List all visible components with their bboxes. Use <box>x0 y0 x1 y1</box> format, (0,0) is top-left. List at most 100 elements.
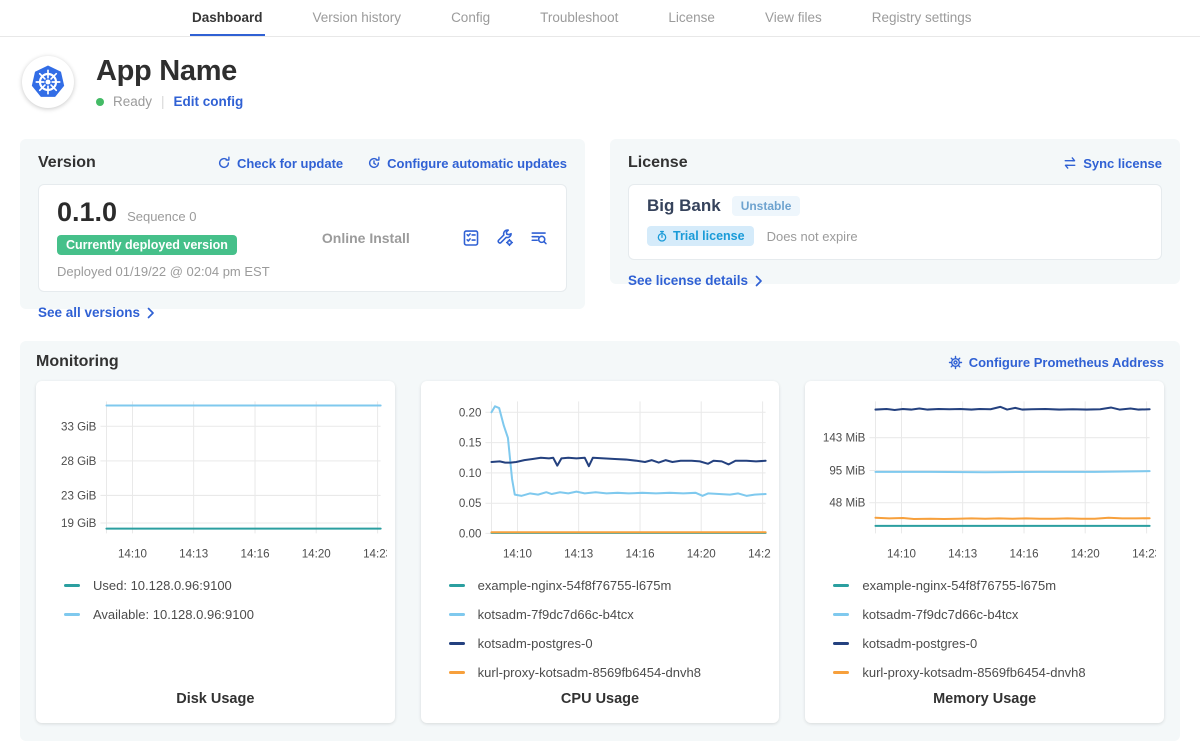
svg-text:14:23: 14:23 <box>363 549 387 561</box>
legend-color-dash <box>449 613 465 616</box>
version-number: 0.1.0 <box>57 197 117 228</box>
license-card: License Sync license Big Bank Unstable <box>610 139 1180 284</box>
version-card-title: Version <box>38 154 96 172</box>
legend-color-dash <box>449 642 465 645</box>
sync-arrows-icon <box>1063 156 1077 170</box>
license-summary-box: Big Bank Unstable Trial license Does not… <box>628 184 1162 260</box>
svg-text:0.20: 0.20 <box>459 407 482 419</box>
legend-label: Used: 10.128.0.96:9100 <box>93 578 232 593</box>
tab-registry-settings[interactable]: Registry settings <box>870 0 974 36</box>
status-dot <box>96 98 104 106</box>
sync-license-link[interactable]: Sync license <box>1063 156 1162 171</box>
app-logo <box>22 56 74 108</box>
configure-automatic-updates-link[interactable]: Configure automatic updates <box>367 156 567 171</box>
legend-item: kotsadm-7f9dc7d66c-b4tcx <box>449 600 772 629</box>
tab-dashboard[interactable]: Dashboard <box>190 0 265 36</box>
svg-text:33 GiB: 33 GiB <box>61 421 97 433</box>
svg-text:28 GiB: 28 GiB <box>61 456 97 468</box>
tab-license[interactable]: License <box>666 0 717 36</box>
deployed-timestamp: Deployed 01/19/22 @ 02:04 pm EST <box>57 264 270 279</box>
cpu-usage-chart: 0.000.050.100.150.2014:1014:1314:1614:20… <box>429 391 772 565</box>
deploy-logs-icon[interactable] <box>530 229 548 247</box>
page-title: App Name <box>96 55 243 88</box>
configure-prometheus-link[interactable]: Configure Prometheus Address <box>948 355 1164 370</box>
svg-text:14:20: 14:20 <box>302 549 331 561</box>
svg-text:14:13: 14:13 <box>564 549 593 561</box>
install-type-label: Online Install <box>270 230 462 246</box>
legend-item: Available: 10.128.0.96:9100 <box>64 600 387 629</box>
legend-label: example-nginx-54f8f76755-l675m <box>478 578 672 593</box>
license-expiry-text: Does not expire <box>767 229 858 244</box>
current-version-box: 0.1.0 Sequence 0 Currently deployed vers… <box>38 184 567 292</box>
tab-troubleshoot[interactable]: Troubleshoot <box>538 0 620 36</box>
legend-color-dash <box>449 584 465 587</box>
diff-icon[interactable] <box>462 229 480 247</box>
disk-usage-chart-card: 19 GiB 23 GiB 28 GiB 33 GiB 14:10 14:13 14:16 1… <box>36 381 395 723</box>
kubernetes-logo-icon <box>27 61 69 103</box>
trial-license-badge: Trial license <box>647 226 754 246</box>
cpu-usage-chart-card: 0.000.050.100.150.2014:1014:1314:1614:20… <box>421 381 780 723</box>
channel-badge: Unstable <box>732 196 801 216</box>
tab-view-files[interactable]: View files <box>763 0 824 36</box>
license-card-title: License <box>628 154 688 172</box>
legend-item: kurl-proxy-kotsadm-8569fb6454-dnvh8 <box>449 658 772 687</box>
edit-config-link[interactable]: Edit config <box>174 94 244 109</box>
svg-text:0.10: 0.10 <box>459 468 482 480</box>
cpu-usage-legend: example-nginx-54f8f76755-l675m kotsadm-7f… <box>429 571 772 687</box>
svg-text:14:10: 14:10 <box>118 549 147 561</box>
svg-text:14:10: 14:10 <box>503 549 532 561</box>
legend-color-dash <box>64 584 80 587</box>
svg-text:48 MiB: 48 MiB <box>830 498 866 510</box>
legend-label: kotsadm-7f9dc7d66c-b4tcx <box>478 607 634 622</box>
legend-color-dash <box>833 584 849 587</box>
svg-text:95 MiB: 95 MiB <box>830 466 866 478</box>
legend-label: kotsadm-postgres-0 <box>478 636 593 651</box>
legend-color-dash <box>449 671 465 674</box>
chevron-right-icon <box>755 275 763 287</box>
svg-text:14:23: 14:23 <box>748 549 772 561</box>
legend-label: Available: 10.128.0.96:9100 <box>93 607 254 622</box>
memory-usage-chart: 48 MiB95 MiB143 MiB14:1014:1314:1614:201… <box>813 391 1156 565</box>
legend-color-dash <box>833 613 849 616</box>
stopwatch-icon <box>656 230 668 243</box>
svg-text:0.00: 0.00 <box>459 528 482 540</box>
legend-label: kurl-proxy-kotsadm-8569fb6454-dnvh8 <box>862 665 1085 680</box>
legend-item: example-nginx-54f8f76755-l675m <box>449 571 772 600</box>
monitoring-title: Monitoring <box>36 353 119 371</box>
memory-usage-chart-card: 48 MiB95 MiB143 MiB14:1014:1314:1614:201… <box>805 381 1164 723</box>
legend-color-dash <box>833 642 849 645</box>
svg-text:14:13: 14:13 <box>179 549 208 561</box>
legend-item: example-nginx-54f8f76755-l675m <box>833 571 1156 600</box>
disk-usage-legend: Used: 10.128.0.96:9100 Available: 10.128.… <box>44 571 387 629</box>
deployed-badge: Currently deployed version <box>57 235 237 255</box>
chart-title: CPU Usage <box>429 691 772 709</box>
top-navigation: Dashboard Version history Config Trouble… <box>0 0 1200 37</box>
status-label: Ready <box>113 94 152 109</box>
disk-usage-chart: 19 GiB 23 GiB 28 GiB 33 GiB 14:10 14:13 14:16 1… <box>44 391 387 565</box>
see-license-details-link[interactable]: See license details <box>628 273 763 288</box>
config-wrench-icon[interactable] <box>496 229 514 247</box>
svg-text:19 GiB: 19 GiB <box>61 518 97 530</box>
customer-name: Big Bank <box>647 196 721 216</box>
chart-title: Disk Usage <box>44 691 387 709</box>
refresh-icon <box>217 156 231 170</box>
svg-text:0.15: 0.15 <box>459 438 482 450</box>
legend-item: Used: 10.128.0.96:9100 <box>64 571 387 600</box>
monitoring-section: Monitoring Configure Prometheus Address … <box>20 341 1180 741</box>
legend-color-dash <box>833 671 849 674</box>
svg-text:23 GiB: 23 GiB <box>61 490 97 502</box>
sequence-label: Sequence 0 <box>127 209 196 224</box>
svg-text:14:13: 14:13 <box>949 549 978 561</box>
tab-version-history[interactable]: Version history <box>311 0 404 36</box>
svg-text:14:10: 14:10 <box>887 549 916 561</box>
svg-text:0.05: 0.05 <box>459 498 482 510</box>
check-for-update-link[interactable]: Check for update <box>217 156 343 171</box>
legend-label: example-nginx-54f8f76755-l675m <box>862 578 1056 593</box>
tab-config[interactable]: Config <box>449 0 492 36</box>
svg-text:14:20: 14:20 <box>1071 549 1100 561</box>
gear-icon <box>948 355 963 370</box>
legend-item: kotsadm-postgres-0 <box>833 629 1156 658</box>
svg-text:14:16: 14:16 <box>241 549 270 561</box>
see-all-versions-link[interactable]: See all versions <box>38 305 155 320</box>
svg-text:14:23: 14:23 <box>1132 549 1156 561</box>
